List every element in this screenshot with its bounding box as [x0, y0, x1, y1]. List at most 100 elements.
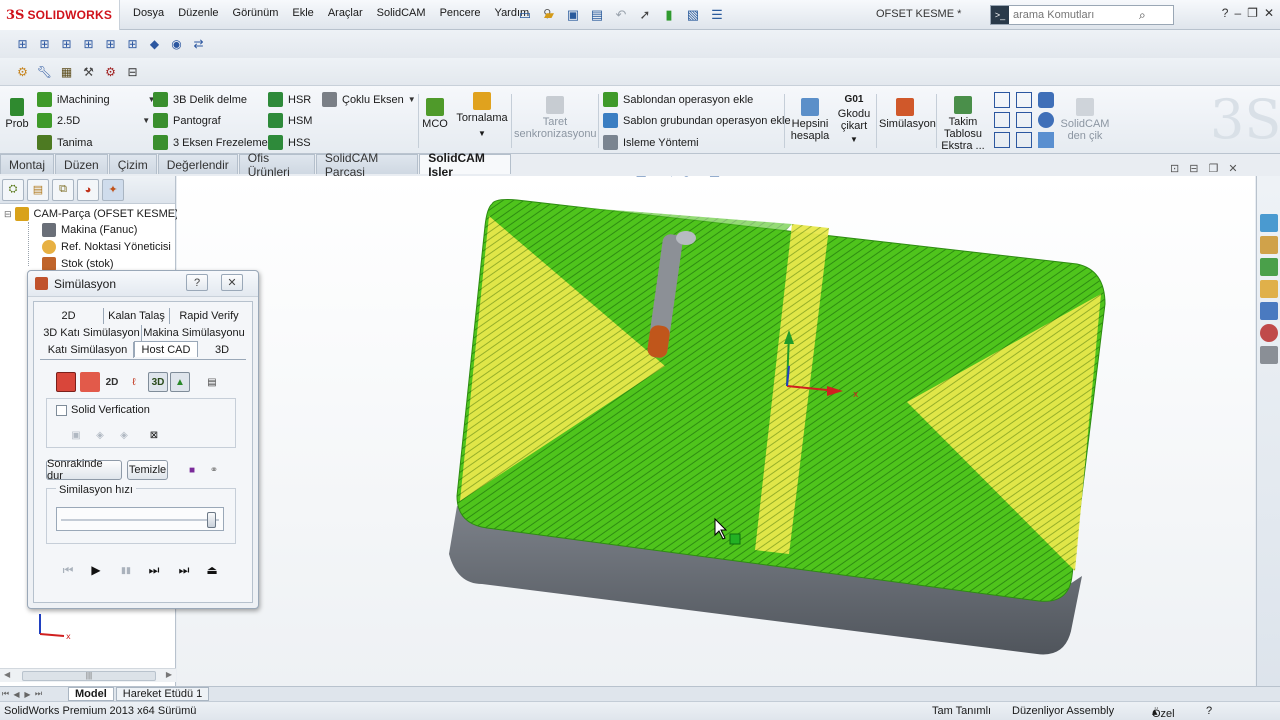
- isleme-yontemi-button[interactable]: Isleme Yöntemi: [603, 135, 699, 150]
- view-restore-icon[interactable]: ❐: [1208, 162, 1218, 175]
- tool-settings-icon[interactable]: ⚙: [12, 62, 33, 82]
- 2-5d-button[interactable]: 2.5D ▼: [37, 113, 150, 128]
- tab-cizim[interactable]: Çizim: [108, 154, 157, 174]
- assembly-icon-3[interactable]: ⊞: [56, 34, 77, 54]
- view-minimize-icon[interactable]: ⊟: [1189, 162, 1198, 175]
- units-dropdown[interactable]: Özel ▴: [1152, 705, 1175, 720]
- slider-thumb[interactable]: [207, 512, 216, 528]
- last-tab-icon[interactable]: ⏭: [33, 689, 44, 699]
- save-icon[interactable]: ▣: [562, 5, 584, 25]
- takim-tablosu-button[interactable]: Takim Tablosu Ekstra ...: [939, 96, 987, 152]
- transfer-icon[interactable]: ⇄: [188, 34, 209, 54]
- dialog-close-button[interactable]: ✕: [221, 274, 243, 291]
- restore-icon[interactable]: ❐: [1247, 6, 1258, 20]
- search-icon[interactable]: ⌕: [1139, 8, 1146, 23]
- tab-motion-study[interactable]: Hareket Etüdü 1: [115, 687, 210, 701]
- graphics-viewport[interactable]: ⌕ ⌕ ↩ ◧ ⊡ ◈ ◉ ◕ ▣: [177, 176, 1255, 686]
- view-icon[interactable]: [1016, 132, 1032, 148]
- rewind-icon[interactable]: ⏮: [58, 560, 78, 580]
- prob-button[interactable]: Prob: [4, 98, 30, 130]
- help-icon[interactable]: ?: [1222, 6, 1229, 20]
- tab-host-cad[interactable]: Host CAD: [134, 341, 198, 357]
- tree-item-stok[interactable]: Stok (stok): [42, 257, 114, 271]
- view-icon[interactable]: [1016, 92, 1032, 108]
- tab-duzen[interactable]: Düzen: [55, 154, 108, 174]
- search-box[interactable]: >_ ⌕: [990, 5, 1174, 25]
- appearances-icon[interactable]: [1260, 324, 1278, 342]
- solidcam-manager-icon[interactable]: ✦: [102, 178, 124, 201]
- tab-kati-simulasyon[interactable]: Katı Simülasyon: [42, 342, 134, 358]
- dialog-help-button[interactable]: ?: [186, 274, 208, 291]
- menu-duzenle[interactable]: Düzenle: [171, 7, 225, 20]
- color-icon[interactable]: ■: [182, 460, 202, 480]
- mco-button[interactable]: MCO: [421, 98, 449, 130]
- gkodu-button[interactable]: G01 Gkodu çikart ▼: [836, 94, 872, 146]
- verify-settings-icon[interactable]: ⊠: [144, 425, 164, 445]
- tab-3d-kati-simulasyon[interactable]: 3D Katı Simülasyon: [42, 325, 142, 341]
- options-icon[interactable]: ☰: [706, 5, 728, 25]
- coklu-eksen-button[interactable]: Çoklu Eksen ▼: [322, 92, 416, 107]
- hsr-button[interactable]: HSR: [268, 92, 311, 107]
- menu-solidcam[interactable]: SolidCAM: [370, 7, 433, 20]
- 2d-view-icon[interactable]: 2D: [102, 372, 122, 392]
- assembly-icon-1[interactable]: ⊞: [12, 34, 33, 54]
- scroll-thumb[interactable]: |||: [22, 671, 156, 681]
- dropdown-arrow-icon[interactable]: ▼: [142, 116, 150, 125]
- dropdown-arrow-icon[interactable]: ▼: [408, 95, 416, 104]
- configuration-icon[interactable]: ⧉: [52, 178, 74, 201]
- file-properties-icon[interactable]: ▧: [682, 5, 704, 25]
- open-icon[interactable]: ▰: [538, 5, 560, 25]
- select-cursor-icon[interactable]: ➚: [634, 5, 656, 25]
- hepsini-hesapla-button[interactable]: Hepsini hesapla: [788, 98, 832, 142]
- eject-icon[interactable]: ⏏: [202, 560, 222, 580]
- tree-view-icon[interactable]: ▲: [170, 372, 190, 392]
- tool-icon[interactable]: ℓ: [124, 372, 144, 392]
- tab-2d[interactable]: 2D: [34, 308, 104, 324]
- solid-stock-icon[interactable]: [56, 372, 76, 392]
- tree-item-makina[interactable]: Makina (Fanuc): [42, 223, 137, 237]
- solid-verification-checkbox[interactable]: Solid Verfication: [56, 404, 150, 416]
- dropdown-arrow-icon[interactable]: ▼: [456, 128, 508, 140]
- view-icon[interactable]: [994, 132, 1010, 148]
- view-icon[interactable]: [994, 112, 1010, 128]
- minimize-icon[interactable]: –: [1234, 6, 1241, 20]
- assembly-icon-6[interactable]: ⊞: [122, 34, 143, 54]
- menu-dosya[interactable]: Dosya: [126, 7, 171, 20]
- stop-next-button[interactable]: Sonrakinde dur: [46, 458, 122, 482]
- view-close-icon[interactable]: ✕: [1228, 162, 1237, 175]
- horizontal-scrollbar[interactable]: ◀ ||| ▶: [0, 668, 176, 682]
- view-icon[interactable]: [1016, 112, 1032, 128]
- play-icon[interactable]: ▶: [86, 560, 106, 580]
- help-status-icon[interactable]: ?: [1206, 705, 1212, 717]
- holder-icon[interactable]: ⚙: [100, 62, 121, 82]
- file-explorer-icon[interactable]: [1260, 280, 1278, 298]
- tab-montaj[interactable]: Montaj: [0, 154, 55, 174]
- view-palette-icon[interactable]: [1260, 302, 1278, 320]
- view-icon[interactable]: [1038, 92, 1054, 108]
- tab-solidcam-parcasi[interactable]: SolidCAM Parçasi: [315, 151, 419, 179]
- cube-icon[interactable]: ◆: [144, 34, 165, 54]
- tree-root[interactable]: ⊟ CAM-Parça (OFSET KESME): [4, 207, 179, 221]
- view-icon[interactable]: [1038, 112, 1054, 128]
- sablondan-button[interactable]: Sablondan operasyon ekle: [603, 92, 753, 107]
- prev-tab-icon[interactable]: ◀: [11, 690, 22, 699]
- menu-araclar[interactable]: Araçlar: [321, 7, 370, 20]
- speed-slider[interactable]: [56, 507, 224, 531]
- resources-icon[interactable]: [1260, 214, 1278, 232]
- property-manager-icon[interactable]: ▤: [27, 178, 49, 201]
- pantograf-button[interactable]: Pantograf: [153, 113, 221, 128]
- tab-3d[interactable]: 3D: [198, 342, 246, 358]
- scroll-right-icon[interactable]: ▶: [166, 670, 172, 679]
- pause-icon[interactable]: ▮▮: [116, 560, 136, 580]
- tab-solidcam-isler[interactable]: SolidCAM Isler: [419, 151, 511, 179]
- traffic-light-icon[interactable]: ▮: [658, 5, 680, 25]
- table-icon[interactable]: ▤: [202, 372, 222, 392]
- view-icon[interactable]: [1038, 132, 1054, 148]
- menu-gorunum[interactable]: Görünüm: [226, 7, 286, 20]
- 3-eksen-button[interactable]: 3 Eksen Frezeleme: [153, 135, 268, 150]
- assembly-icon-5[interactable]: ⊞: [100, 34, 121, 54]
- tool-library-icon[interactable]: ▦: [56, 62, 77, 82]
- dropdown-arrow-icon[interactable]: ▼: [836, 134, 872, 146]
- tab-model[interactable]: Model: [68, 687, 114, 701]
- clear-button[interactable]: Temizle: [127, 460, 168, 480]
